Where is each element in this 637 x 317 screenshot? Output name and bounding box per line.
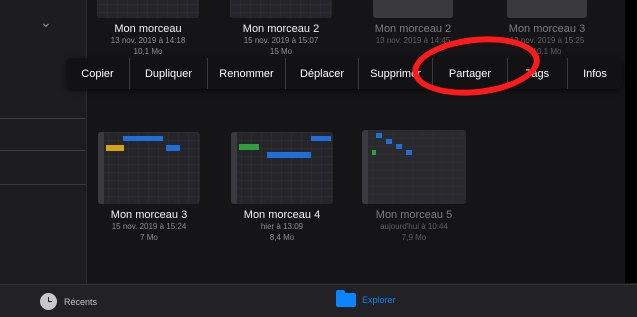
sidebar-divider — [0, 184, 86, 185]
document-title: Mon morceau 5 — [375, 209, 453, 221]
document-item[interactable]: Mon morceau 13 nov. 2019 à 14:18 10,1 Mo — [93, 0, 203, 57]
midi-region — [166, 145, 180, 151]
document-item[interactable]: Mon morceau 2 13 nov. 2019 à 14:45 — [358, 0, 468, 46]
document-item[interactable]: Mon morceau 4 hier à 13:09 8,4 Mo — [227, 132, 337, 243]
track-header — [362, 130, 368, 204]
tab-bar: Récents Explorer — [0, 284, 637, 317]
document-size: 8,4 Mo — [269, 233, 295, 242]
document-date: aujourd'hui à 10:44 — [380, 222, 448, 231]
document-thumbnail — [362, 130, 466, 204]
midi-region — [406, 150, 412, 155]
document-thumbnail — [97, 0, 199, 18]
document-title: Mon morceau 2 — [374, 23, 452, 35]
document-size: 10,1 Mo — [133, 47, 163, 56]
document-date: hier à 13:09 — [260, 222, 304, 231]
menu-item-renommer[interactable]: Renommer — [208, 58, 286, 89]
sidebar-divider — [0, 150, 86, 151]
tab-explorer[interactable]: Explorer — [336, 290, 396, 307]
document-date: 13 nov. 2019 à 14:18 — [110, 36, 186, 45]
document-thumbnail — [373, 0, 453, 18]
document-thumbnail — [98, 132, 200, 204]
folder-icon — [336, 290, 356, 307]
document-title: Mon morceau 3 — [508, 23, 586, 35]
menu-item-deplacer[interactable]: Déplacer — [286, 58, 359, 89]
midi-region — [123, 136, 163, 141]
document-item[interactable]: Mon morceau 2 15 nov. 2019 à 15:07 15 Mo — [226, 0, 336, 57]
document-title: Mon morceau 2 — [242, 23, 320, 35]
sidebar: ⌄ — [0, 0, 87, 283]
track-header — [98, 132, 104, 204]
document-date: 15 nov. 2019 à 15:24 — [111, 222, 187, 231]
chevron-down-icon[interactable]: ⌄ — [40, 14, 52, 31]
audio-region — [372, 150, 376, 155]
document-thumbnail — [231, 132, 333, 204]
document-title: Mon morceau 4 — [243, 209, 321, 221]
document-item[interactable]: Mon morceau 5 aujourd'hui à 10:44 7,9 Mo — [359, 130, 469, 243]
clock-icon — [40, 293, 57, 310]
tab-recents-label: Récents — [64, 296, 98, 307]
document-thumbnail — [507, 0, 587, 18]
app-window: ⌄ Mon morceau 13 nov. 2019 à 14:18 10,1 … — [0, 0, 637, 317]
document-size: 15 Mo — [269, 47, 293, 56]
screen-edge — [625, 0, 637, 283]
document-size: 7 Mo — [140, 233, 158, 242]
track-header — [231, 132, 237, 204]
midi-region — [311, 136, 331, 141]
tab-recents[interactable]: Récents — [40, 293, 97, 310]
document-title: Mon morceau 3 — [110, 209, 188, 221]
menu-item-copier[interactable]: Copier — [66, 58, 130, 89]
document-date: 15 nov. 2019 à 15:07 — [243, 36, 319, 45]
menu-item-dupliquer[interactable]: Dupliquer — [130, 58, 208, 89]
document-thumbnail — [230, 0, 332, 18]
audio-region — [106, 145, 124, 151]
document-title: Mon morceau — [114, 23, 182, 35]
midi-region — [396, 144, 402, 149]
audio-region — [239, 144, 259, 150]
midi-region — [386, 139, 392, 144]
tab-explorer-label: Explorer — [362, 295, 396, 305]
document-size: 7,9 Mo — [401, 233, 427, 242]
midi-region — [267, 152, 311, 158]
document-item[interactable]: Mon morceau 3 15 nov. 2019 à 15:24 7 Mo — [94, 132, 204, 243]
sidebar-divider — [0, 118, 86, 119]
midi-region — [376, 133, 382, 138]
menu-item-infos[interactable]: Infos — [568, 58, 622, 89]
